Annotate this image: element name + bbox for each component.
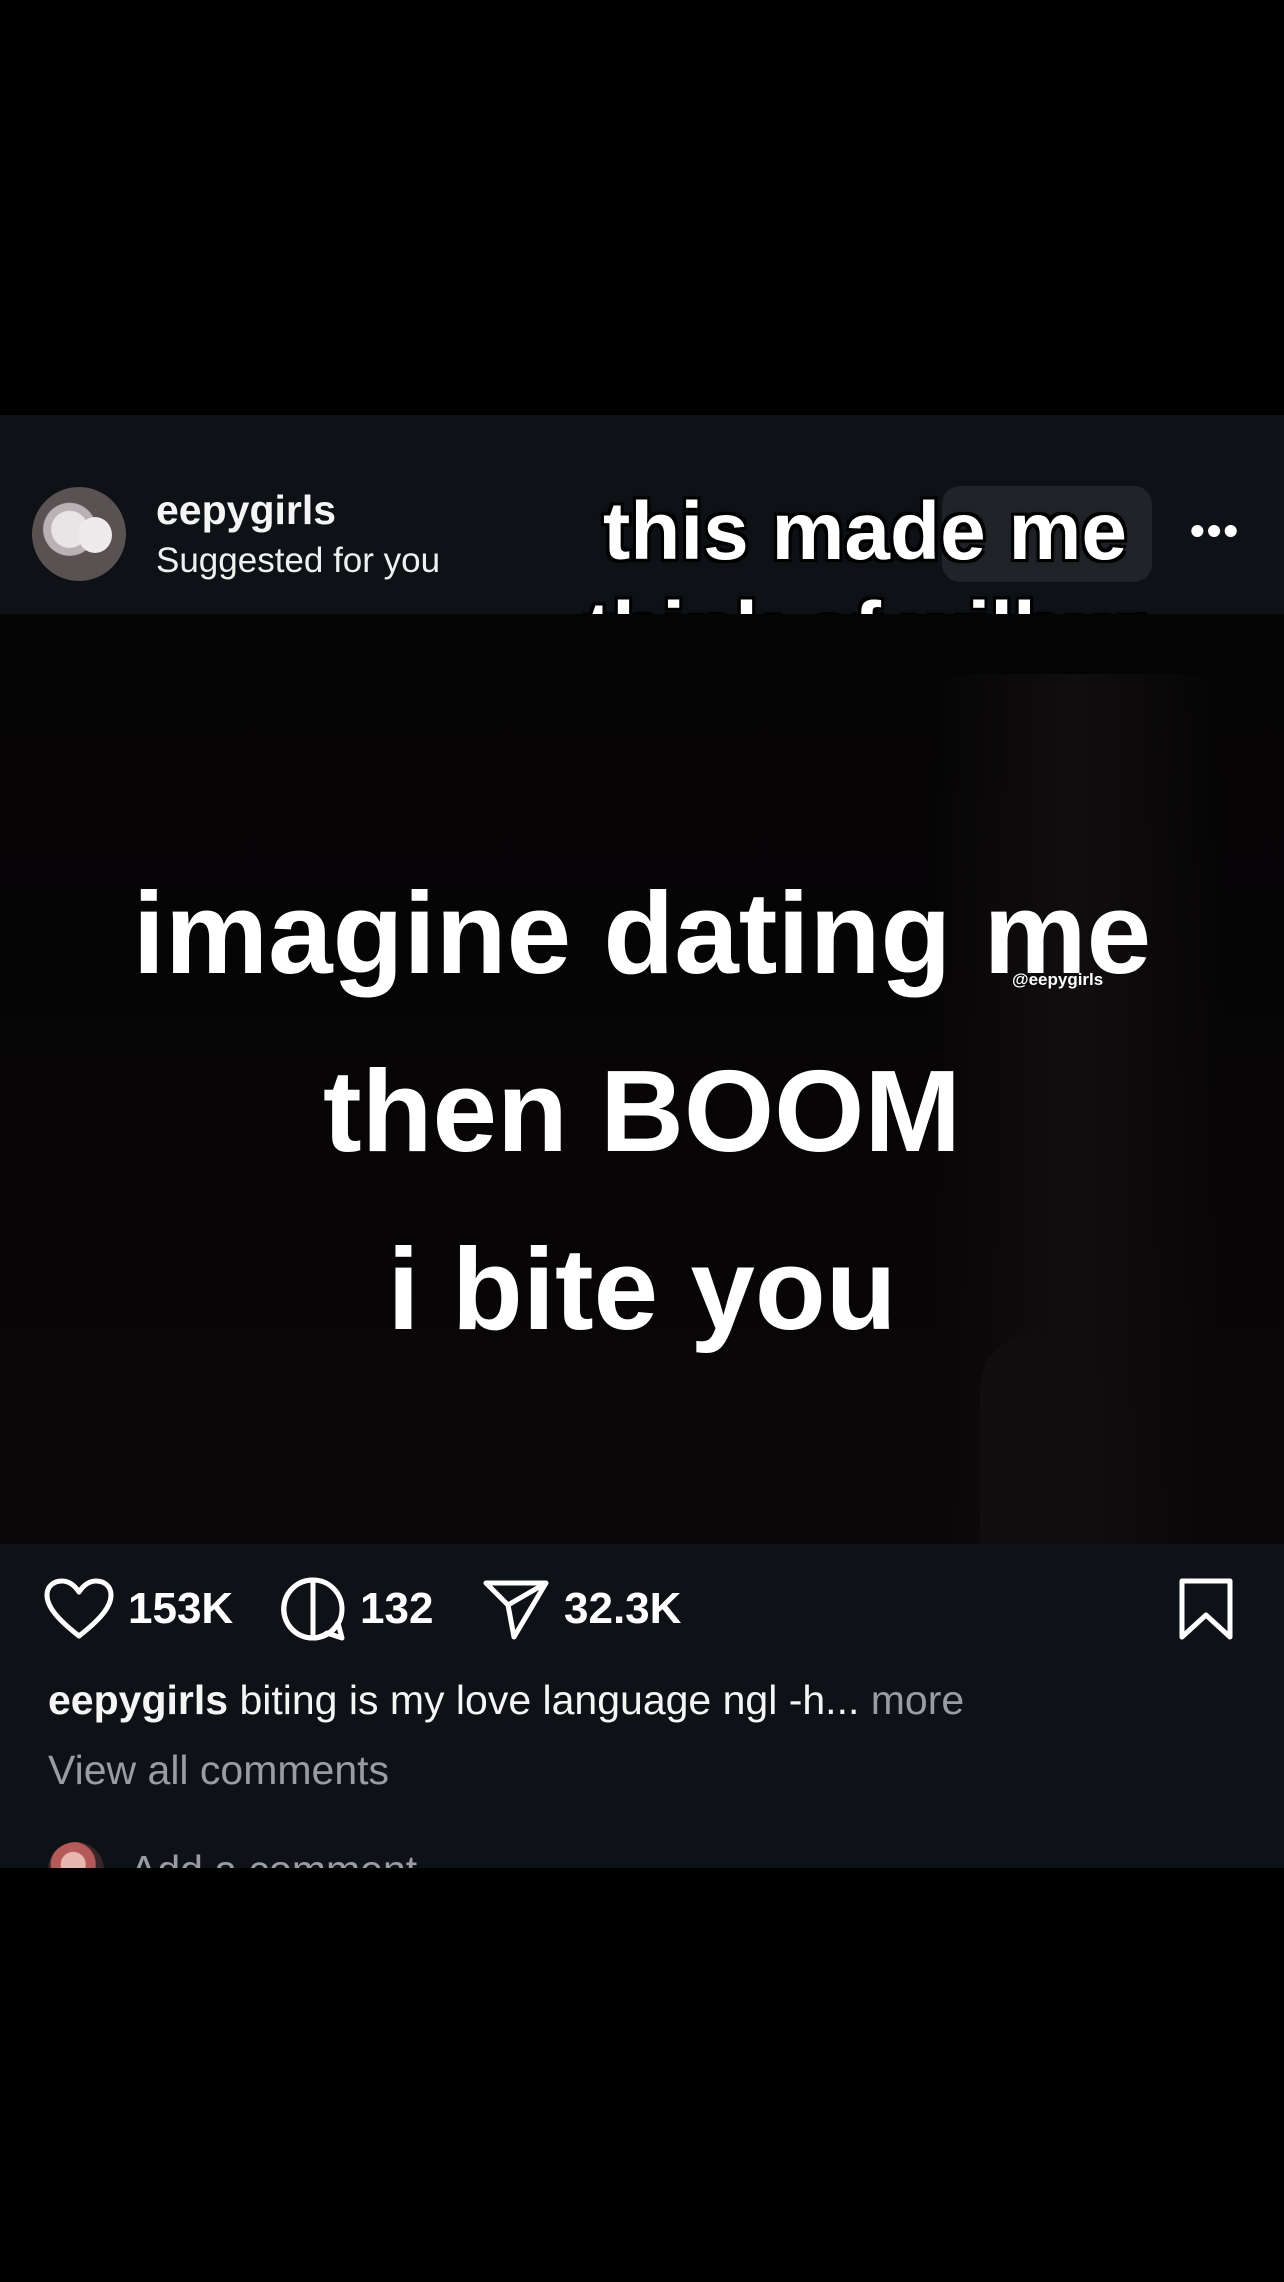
share-button[interactable]: 32.3K	[482, 1544, 681, 1674]
watermark: @eepygirls	[1012, 970, 1104, 989]
caption-text: biting is my love language ngl -h...	[239, 1677, 860, 1723]
action-bar: 153K 132 32.3K	[0, 1544, 1284, 1674]
post-header: eepygirls Suggested for you this made me…	[0, 415, 1284, 677]
share-count: 32.3K	[564, 1584, 682, 1633]
post-media[interactable]: imagine dating me then BOOM i bite you @…	[0, 614, 1284, 1544]
post-caption: eepygirls biting is my love language ngl…	[48, 1677, 1248, 1724]
caption-username[interactable]: eepygirls	[48, 1677, 228, 1723]
caption-more-link[interactable]: more	[871, 1677, 964, 1723]
avatar-image	[78, 517, 112, 553]
like-button[interactable]: 153K	[44, 1544, 233, 1674]
save-button[interactable]	[1176, 1544, 1236, 1674]
avatar[interactable]	[32, 487, 126, 581]
post-username[interactable]: eepygirls	[156, 487, 336, 534]
user-avatar	[48, 1842, 104, 1868]
heart-icon	[44, 1578, 114, 1639]
comment-button[interactable]: 132	[280, 1544, 433, 1674]
bookmark-icon	[1179, 1578, 1233, 1640]
comment-count: 132	[360, 1584, 434, 1633]
post-card: eepygirls Suggested for you this made me…	[0, 415, 1284, 1868]
view-comments-link[interactable]: View all comments	[48, 1747, 389, 1794]
add-comment-input[interactable]: Add a comment...	[130, 1847, 451, 1869]
comment-icon	[281, 1577, 345, 1641]
share-icon	[483, 1580, 549, 1640]
add-comment-row[interactable]: Add a comment...	[48, 1840, 451, 1868]
more-icon[interactable]: •••	[1190, 510, 1246, 552]
suggested-label: Suggested for you	[156, 541, 441, 580]
meme-text: imagine dating me then BOOM i bite you	[132, 868, 1152, 1354]
like-count: 153K	[128, 1584, 234, 1633]
